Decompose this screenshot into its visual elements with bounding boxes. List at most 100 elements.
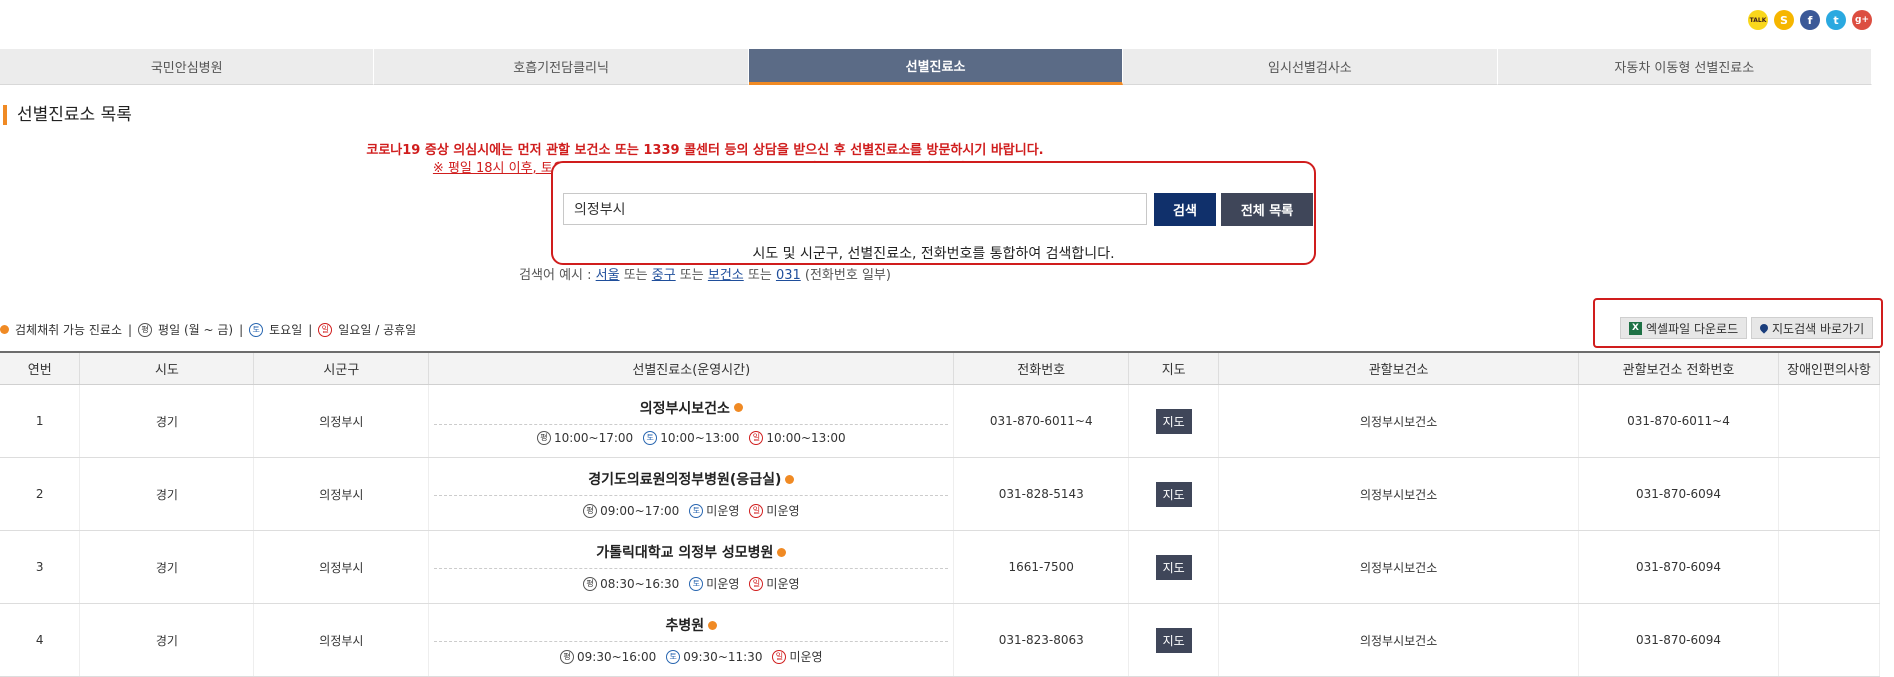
example-junggu[interactable]: 중구 [652, 268, 676, 283]
sample-available-icon [785, 474, 795, 484]
row-no: 3 [0, 530, 81, 604]
saturday-icon: 토 [689, 503, 704, 518]
example-seoul[interactable]: 서울 [596, 268, 620, 283]
googleplus-icon[interactable]: g+ [1852, 10, 1872, 30]
sample-available-icon [777, 547, 787, 557]
hours-weekday: 평 09:00~17:00 [583, 502, 679, 519]
tab-drive-thru-clinic[interactable]: 자동차 이동형 선별진료소 [1497, 49, 1873, 85]
hours-sunday: 일 10:00~13:00 [749, 430, 846, 445]
row-clinic: 경기도의료원의정부병원(응급실) 평 09:00~17:00 토 미운영 일 미운영 [428, 457, 955, 531]
row-sigungu: 의정부시 [253, 603, 430, 677]
weekday-icon: 평 [536, 430, 551, 445]
clinic-name-text: 경기도의료원의정부병원(응급실) [588, 472, 782, 488]
row-phone: 1661-7500 [953, 530, 1130, 604]
weekday-hours: 10:00~17:00 [553, 430, 634, 445]
row-center-phone: 031-870-6094 [1578, 530, 1779, 604]
sunday-icon: 일 [749, 430, 764, 445]
examples-or: 또는 [675, 268, 708, 283]
example-031[interactable]: 031 [776, 268, 801, 283]
hours-saturday: 토 미운영 [689, 502, 739, 519]
facebook-icon[interactable]: f [1800, 10, 1820, 30]
hours-saturday: 토 09:30~11:30 [666, 648, 762, 665]
clinic-name[interactable]: 가톨릭대학교 의정부 성모병원 [434, 542, 949, 569]
excel-icon: X [1629, 321, 1642, 335]
clinic-name[interactable]: 추병원 [434, 615, 949, 642]
row-accessibility [1778, 603, 1881, 677]
category-tabs: 국민안심병원 호흡기전담클리닉 선별진료소 임시선별검사소 자동차 이동형 선별… [0, 49, 1873, 85]
excel-download-label: 엑셀파일 다운로드 [1646, 321, 1739, 336]
tab-respiratory-clinic[interactable]: 호흡기전담클리닉 [374, 49, 749, 85]
hours-weekday: 평 08:30~16:30 [583, 575, 679, 592]
saturday-hours: 10:00~13:00 [660, 430, 740, 445]
map-search-label: 지도검색 바로가기 [1772, 321, 1865, 336]
clinic-name[interactable]: 의정부시보건소 [434, 398, 949, 425]
row-no: 4 [0, 603, 81, 677]
row-clinic: 가톨릭대학교 의정부 성모병원 평 08:30~16:30 토 미운영 일 미운영 [428, 530, 955, 604]
table-row: 3 경기 의정부시 가톨릭대학교 의정부 성모병원 평 08:30~16:30 토 미운영 일 미… [0, 530, 1881, 604]
hours-sunday: 일 미운영 [749, 575, 800, 592]
tab-screening-clinic[interactable]: 선별진료소 [748, 49, 1124, 85]
map-button[interactable]: 지도 [1155, 408, 1192, 434]
clinic-name-text: 가톨릭대학교 의정부 성모병원 [596, 545, 774, 561]
clinic-name-text: 추병원 [665, 618, 705, 634]
legend: 검체채취 가능 진료소 | 평 평일 (월 ~ 금) | 토 토요일 | 일 일… [0, 321, 416, 338]
saturday-icon: 토 [643, 430, 658, 445]
search-help-text: 시도 및 시군구, 선별진료소, 전화번호를 통합하여 검색합니다. [752, 246, 1115, 262]
map-search-button[interactable]: 지도검색 바로가기 [1751, 317, 1874, 339]
row-accessibility [1778, 384, 1881, 458]
weekday-icon: 평 [583, 576, 598, 591]
row-no: 1 [0, 384, 81, 458]
twitter-icon[interactable]: t [1826, 10, 1846, 30]
notice-consult: 코로나19 증상 의심시에는 먼저 관할 보건소 또는 1339 콜센터 등의 … [366, 143, 1044, 158]
weekday-icon: 평 [138, 322, 153, 337]
col-accessibility: 장애인편의사항 [1778, 351, 1881, 385]
map-button[interactable]: 지도 [1155, 627, 1192, 653]
sunday-hours: 10:00~13:00 [766, 430, 846, 445]
row-sido: 경기 [79, 384, 255, 458]
row-sigungu: 의정부시 [253, 384, 430, 458]
tools-panel: X 엑셀파일 다운로드 지도검색 바로가기 [1593, 298, 1883, 348]
tab-temporary-testing[interactable]: 임시선별검사소 [1123, 49, 1498, 85]
kakaostory-icon[interactable]: S [1774, 10, 1794, 30]
sunday-icon: 일 [318, 322, 333, 337]
col-center: 관할보건소 [1218, 351, 1580, 385]
legend-sunday: 일요일 / 공휴일 [338, 323, 417, 337]
example-health-center[interactable]: 보건소 [708, 268, 744, 283]
tab-safe-hospital[interactable]: 국민안심병원 [0, 49, 375, 85]
col-sido: 시도 [79, 351, 255, 385]
clinic-hours: 평 09:00~17:00 토 미운영 일 미운영 [430, 496, 952, 519]
row-sigungu: 의정부시 [253, 530, 430, 604]
table-header: 연번 시도 시군구 선별진료소(운영시간) 전화번호 지도 관할보건소 관할보건… [0, 351, 1881, 385]
hours-weekday: 평 09:30~16:00 [560, 648, 656, 665]
saturday-hours: 미운영 [706, 504, 740, 518]
row-accessibility [1778, 530, 1881, 604]
examples-prefix: 검색어 예시 : [519, 268, 596, 283]
full-list-button[interactable]: 전체 목록 [1221, 193, 1313, 226]
map-button[interactable]: 지도 [1155, 554, 1192, 580]
sunday-hours: 미운영 [766, 504, 800, 518]
row-center: 의정부시보건소 [1218, 457, 1580, 531]
examples-or: 또는 [743, 268, 776, 283]
saturday-hours: 미운영 [706, 577, 740, 591]
search-input[interactable] [563, 193, 1147, 225]
sample-available-icon [733, 403, 743, 412]
hours-sunday: 일 미운영 [749, 502, 800, 519]
excel-download-button[interactable]: X 엑셀파일 다운로드 [1620, 317, 1748, 339]
row-map: 지도 [1128, 384, 1220, 458]
row-center-phone: 031-870-6094 [1578, 603, 1779, 677]
search-button[interactable]: 검색 [1154, 193, 1216, 226]
row-sido: 경기 [79, 457, 255, 531]
clinic-name[interactable]: 경기도의료원의정부병원(응급실) [434, 469, 949, 496]
clinic-hours: 평 10:00~17:00 토 10:00~13:00 일 10:00~13:00 [430, 425, 952, 445]
clinic-hours: 평 09:30~16:00 토 09:30~11:30 일 미운영 [430, 642, 952, 665]
clinic-table: 연번 시도 시군구 선별진료소(운영시간) 전화번호 지도 관할보건소 관할보건… [0, 351, 1881, 677]
row-sido: 경기 [79, 603, 255, 677]
row-map: 지도 [1128, 457, 1220, 531]
kakaotalk-icon[interactable]: TALK [1748, 10, 1768, 30]
examples-or: 또는 [619, 268, 652, 283]
legend-weekday: 평일 (월 ~ 금) [158, 323, 234, 337]
map-button[interactable]: 지도 [1155, 481, 1192, 507]
table-row: 1 경기 의정부시 의정부시보건소 평 10:00~17:00 토 10:00~13:00 일 1… [0, 384, 1881, 458]
legend-separator: | [239, 322, 244, 337]
col-no: 연번 [0, 351, 81, 385]
